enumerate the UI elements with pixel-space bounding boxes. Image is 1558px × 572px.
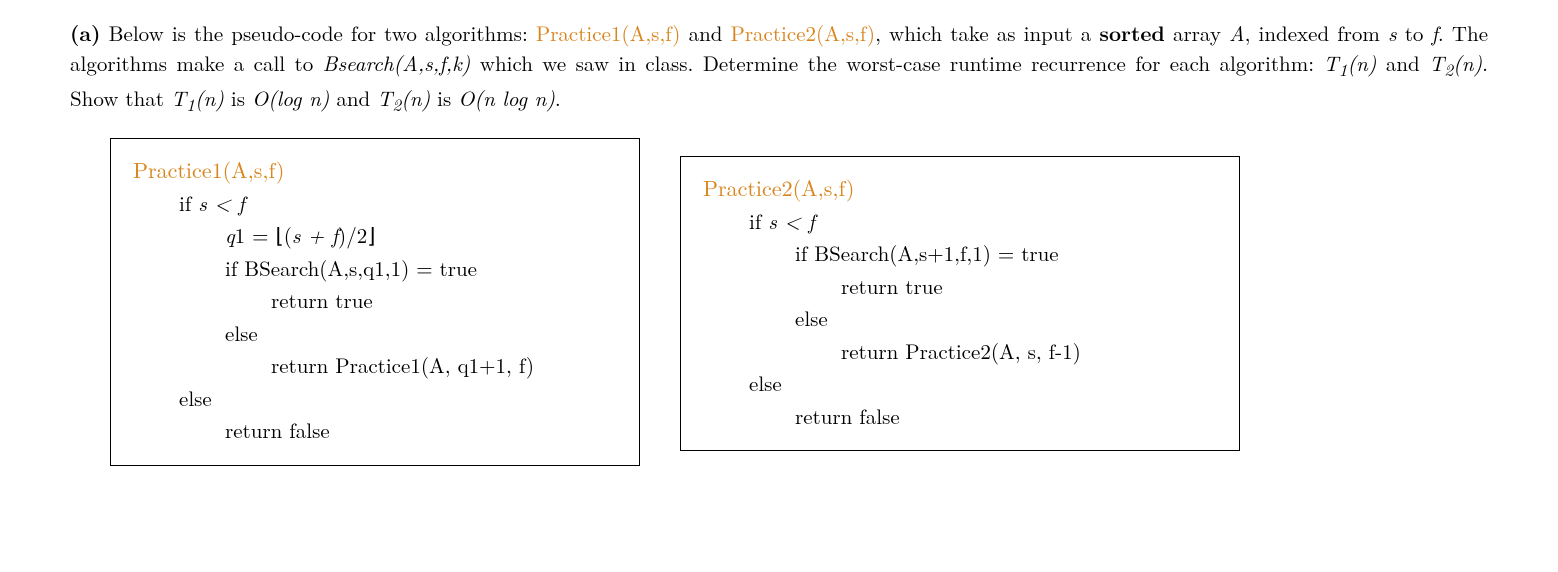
alg1-name: Practice1(A,s,f) — [536, 18, 681, 48]
problem-paragraph: (a) Below is the pseudo-code for two alg… — [70, 18, 1488, 118]
text: Below is the pseudo-code for two algorit… — [109, 18, 536, 48]
code-line: else — [133, 317, 617, 350]
text: is — [430, 83, 458, 113]
text: is — [224, 83, 252, 113]
part-label: (a) — [70, 18, 101, 48]
code-line: if BSearch(A,s+1,f,1) = true — [703, 237, 1217, 270]
code-line: return false — [703, 400, 1217, 433]
text: array — [1165, 18, 1229, 48]
code-line: q1 = ⌊(s + f)/2⌋ — [133, 219, 617, 252]
practice1-box: Practice1(A,s,f) if s < f q1 = ⌊(s + f)/… — [110, 138, 640, 466]
code-line: else — [703, 302, 1217, 335]
code-line: if s < f — [703, 205, 1217, 238]
alg2-name: Practice2(A,s,f) — [731, 18, 876, 48]
text: and — [680, 18, 730, 48]
practice2-title: Practice2(A,s,f) — [703, 171, 1217, 205]
code-line: return Practice1(A, q1+1, f) — [133, 349, 617, 382]
text: , which take as input a — [875, 18, 1099, 48]
code-line: return false — [133, 414, 617, 447]
t2: T2(n) — [1429, 48, 1482, 78]
sorted-word: sorted — [1099, 18, 1164, 48]
code-line: if s < f — [133, 187, 617, 220]
big-o-nlog: O(n log n) — [458, 83, 555, 113]
text: and — [329, 83, 377, 113]
code-line: if BSearch(A,s,q1,1) = true — [133, 252, 617, 285]
practice1-title: Practice1(A,s,f) — [133, 153, 617, 187]
code-boxes-row: Practice1(A,s,f) if s < f q1 = ⌊(s + f)/… — [70, 132, 1488, 466]
t1-again: T1(n) — [171, 83, 224, 113]
text: to — [1397, 18, 1432, 48]
code-line: else — [133, 382, 617, 415]
text: and — [1376, 48, 1429, 78]
array-var: A — [1229, 18, 1245, 48]
code-line: return true — [133, 284, 617, 317]
text: , indexed from — [1245, 18, 1388, 48]
bsearch-call: Bsearch(A,s,f,k) — [323, 48, 471, 78]
code-line: else — [703, 367, 1217, 400]
t1: T1(n) — [1323, 48, 1376, 78]
s-var: s — [1388, 18, 1397, 48]
big-o-log: O(log n) — [252, 83, 329, 113]
t2-again: T2(n) — [377, 83, 430, 113]
text: which we saw in class. Determine the wor… — [470, 48, 1323, 78]
practice2-box: Practice2(A,s,f) if s < f if BSearch(A,s… — [680, 156, 1240, 452]
code-line: return true — [703, 270, 1217, 303]
text: . — [555, 83, 561, 113]
page: (a) Below is the pseudo-code for two alg… — [0, 0, 1558, 486]
code-line: return Practice2(A, s, f-1) — [703, 335, 1217, 368]
